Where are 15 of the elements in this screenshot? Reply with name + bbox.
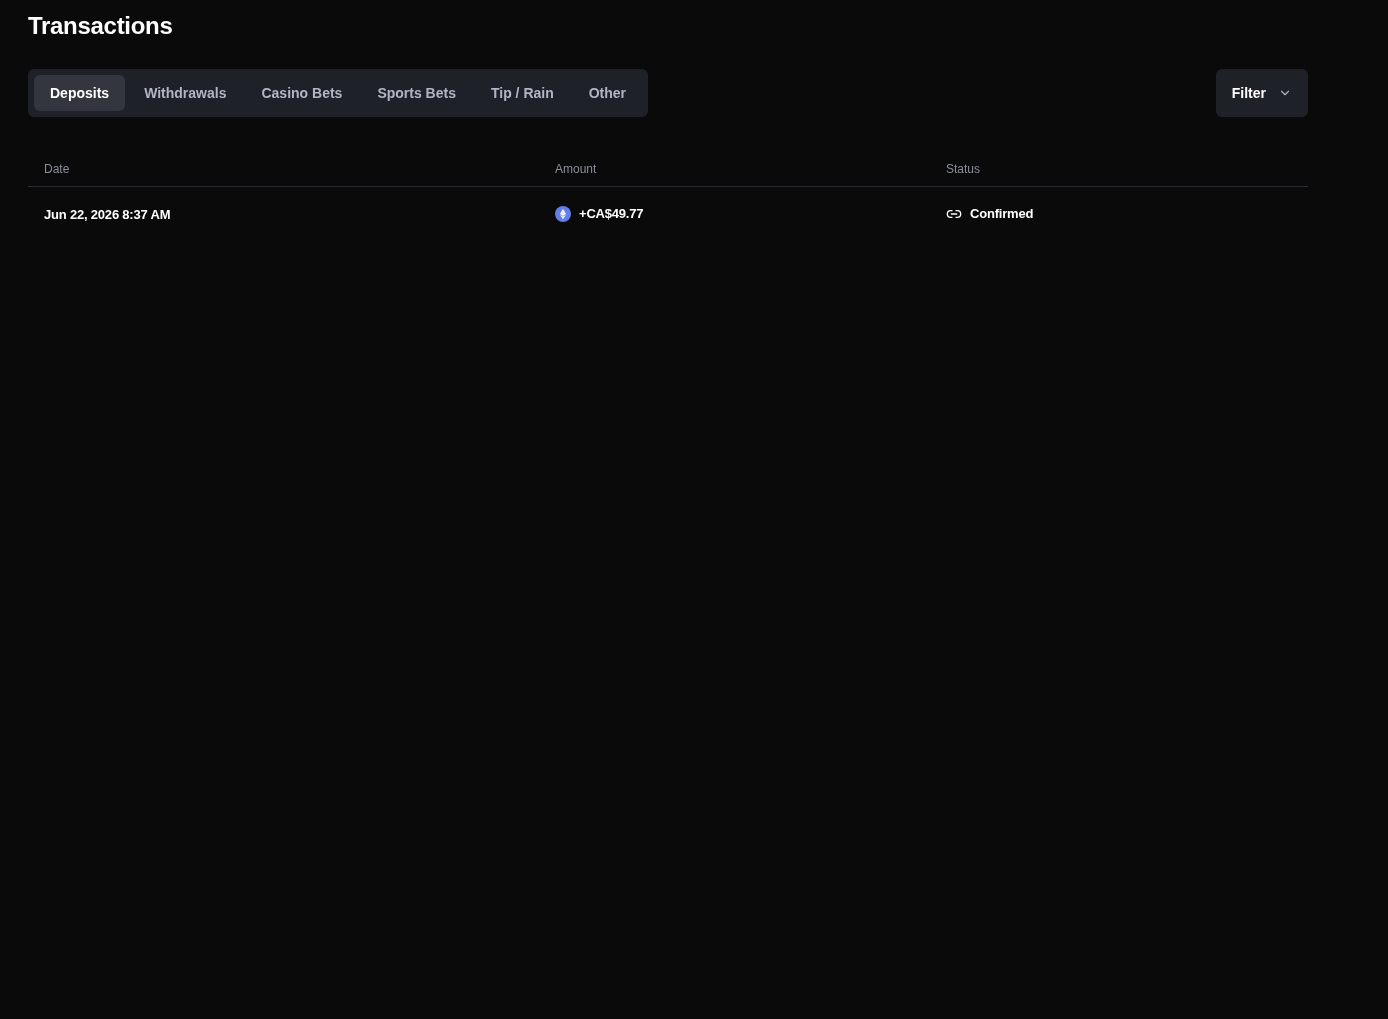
tab[interactable]: Other: [572, 75, 643, 111]
tab[interactable]: Sports Bets: [361, 75, 472, 111]
filter-button[interactable]: Filter: [1215, 69, 1308, 117]
coin-icon: [555, 206, 571, 222]
date-cell: Jun 22, 2026 8:37 AM: [44, 207, 171, 222]
tab[interactable]: Withdrawals: [128, 75, 243, 111]
column-header: Date: [44, 162, 70, 176]
column-header: Status: [946, 162, 981, 176]
amount-cell-text: +CA$49.77: [579, 205, 644, 224]
column-header: Amount: [555, 162, 597, 176]
tab[interactable]: Deposits: [34, 75, 126, 111]
tab[interactable]: Tip / Rain: [474, 75, 570, 111]
status-cell-text: Confirmed: [970, 205, 1034, 224]
page-title: Transactions: [28, 11, 174, 41]
tab[interactable]: Casino Bets: [245, 75, 359, 111]
